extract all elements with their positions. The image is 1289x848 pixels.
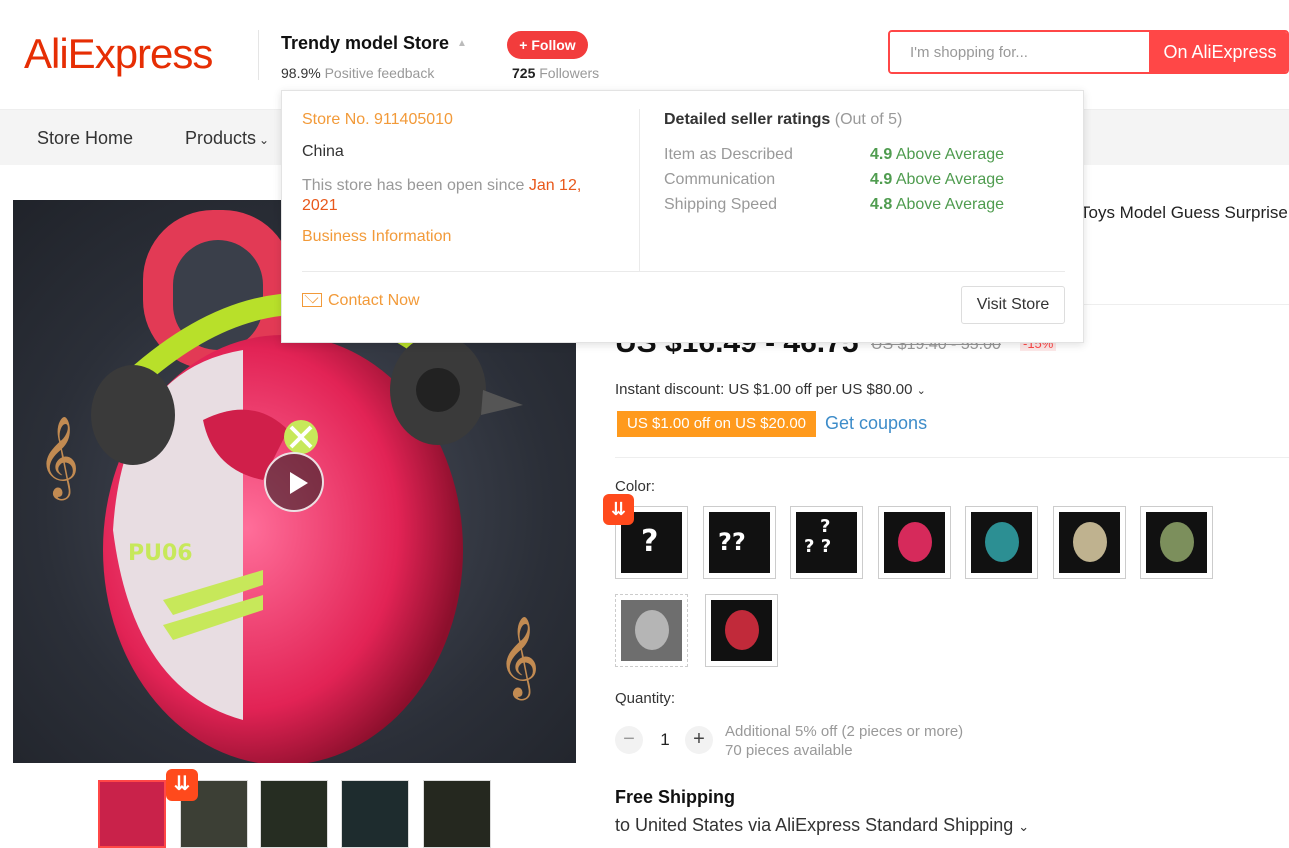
bulk-discount-note: Additional 5% off (2 pieces or more) [725,723,964,740]
red-green-figure-image [711,600,772,661]
color-swatch-7[interactable] [1140,506,1213,579]
coupon-badge: US $1.00 off on US $20.00 [617,411,817,437]
followers-label: Followers [539,65,600,81]
followers-number: 725 [512,65,536,81]
open-since-text: This store has been open since [302,177,525,194]
rating-verdict: Above Average [895,196,1005,213]
thumbnail-3[interactable] [260,780,328,848]
gray-figure-image [621,600,682,661]
shipping-title: Free Shipping [615,787,736,807]
followers-count: 725 Followers [512,65,599,81]
color-label: Color: [615,478,656,495]
nav-store-home[interactable]: Store Home [37,128,133,149]
stock-available-note: 70 pieces available [725,742,853,759]
rating-row: Communication 4.9 Above Average [664,171,1064,193]
instant-discount[interactable]: Instant discount: US $1.00 off per US $8… [615,381,926,398]
rating-label: Item as Described [664,146,793,163]
shipping-method-text: to United States via AliExpress Standard… [615,815,1014,835]
aliexpress-logo[interactable]: AliExpress [24,30,213,78]
header-divider [258,30,259,80]
store-feedback: 98.9% Positive feedback [281,65,434,81]
store-info-popup: Store No. 911405010 China This store has… [281,90,1084,343]
color-swatch-5[interactable] [965,506,1038,579]
popup-divider [302,271,1065,272]
instant-discount-text: Instant discount: US $1.00 off per US $8… [615,381,913,398]
follow-button[interactable]: + Follow [507,31,588,59]
pink-figure-image [884,512,945,573]
store-number: Store No. 911405010 [302,111,453,128]
rating-value: 4.9 Above Average [870,171,1004,189]
rating-verdict: Above Average [895,171,1005,188]
nav-products[interactable]: Products ⌄ [185,128,269,149]
rating-score: 4.9 [870,171,893,188]
store-open-since: This store has been open since Jan 12, 2… [302,176,612,216]
color-swatch-6[interactable] [1053,506,1126,579]
quantity-increase-button[interactable]: + [685,726,713,754]
quantity-value[interactable]: 1 [652,730,678,750]
chevron-down-icon: ⌄ [916,385,926,397]
feedback-label: Positive feedback [324,65,435,81]
get-coupons-link[interactable]: Get coupons [825,413,927,434]
color-swatch-9[interactable] [705,594,778,667]
rating-label: Shipping Speed [664,196,777,213]
thumbnail-4[interactable] [341,780,409,848]
discount-arrow-icon: ⇊ [166,769,198,801]
color-swatch-8[interactable] [615,594,688,667]
color-swatch-2[interactable]: ?? [703,506,776,579]
visit-store-button[interactable]: Visit Store [961,286,1065,324]
rating-label: Communication [664,171,776,188]
popup-divider [639,109,640,271]
rating-row: Item as Described 4.9 Above Average [664,146,1064,168]
teal-figure-image [971,512,1032,573]
figure-label-text: PU06 [128,541,193,566]
rating-score: 4.8 [870,196,893,213]
mystery-box-image: ?? [709,512,770,573]
rating-row: Shipping Speed 4.8 Above Average [664,196,1064,218]
beige-figure-image [1059,512,1120,573]
rating-verdict: Above Average [895,146,1005,163]
search-input[interactable] [890,32,1149,72]
thumbnail-5[interactable] [423,780,491,848]
caret-up-icon[interactable]: ▲ [457,38,467,49]
chevron-down-icon: ⌄ [259,133,270,147]
color-swatch-4[interactable] [878,506,951,579]
chevron-down-icon: ⌄ [1018,819,1030,834]
nav-products-label: Products [185,128,257,148]
rating-score: 4.9 [870,146,893,163]
green-figure-image [1146,512,1207,573]
ratings-title: Detailed seller ratings (Out of 5) [664,111,902,129]
search-button[interactable]: On AliExpress [1149,32,1287,72]
contact-now-link[interactable]: Contact Now [302,292,420,310]
ratings-scale: (Out of 5) [834,111,903,128]
store-country: China [302,143,344,160]
thumbnail-1[interactable] [98,780,166,848]
store-name[interactable]: Trendy model Store [281,33,449,54]
product-title: Toys Model Guess Surprise [1080,203,1288,222]
rating-value: 4.8 Above Average [870,196,1004,214]
ratings-title-text: Detailed seller ratings [664,111,831,128]
mail-icon [302,293,322,307]
divider [615,457,1289,458]
quantity-decrease-button[interactable]: − [615,726,643,754]
rating-value: 4.9 Above Average [870,146,1004,164]
search-box: On AliExpress [888,30,1289,74]
mystery-box-image: ? ? ? [796,512,857,573]
contact-now-label: Contact Now [328,292,420,309]
discount-arrow-icon: ⇊ [603,494,634,525]
play-video-button[interactable] [264,452,324,512]
feedback-percent: 98.9% [281,65,321,81]
quantity-label: Quantity: [615,690,676,707]
shipping-method[interactable]: to United States via AliExpress Standard… [615,815,1029,836]
color-swatch-3[interactable]: ? ? ? [790,506,863,579]
svg-text:𝄞: 𝄞 [38,415,79,500]
svg-text:𝄞: 𝄞 [498,615,539,700]
quantity-note: Additional 5% off (2 pieces or more) 70 … [725,722,963,760]
business-info-link[interactable]: Business Information [302,228,451,246]
